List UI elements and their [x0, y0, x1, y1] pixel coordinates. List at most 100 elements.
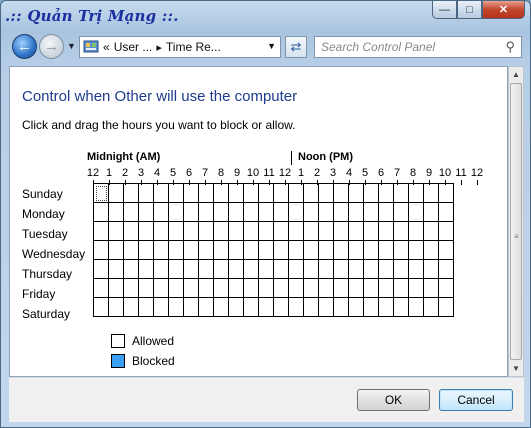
hour-cell[interactable] — [243, 221, 259, 241]
scroll-thumb[interactable]: ≡ — [510, 83, 522, 360]
forward-button[interactable]: → — [39, 34, 64, 59]
hour-cell[interactable] — [363, 278, 379, 298]
hour-cell[interactable] — [423, 278, 439, 298]
hour-cell[interactable] — [348, 202, 364, 222]
hour-cell[interactable] — [168, 240, 184, 260]
hour-cell[interactable] — [153, 183, 169, 203]
hour-cell[interactable] — [183, 259, 199, 279]
hour-cell[interactable] — [138, 278, 154, 298]
hour-cell[interactable] — [348, 221, 364, 241]
hour-cell[interactable] — [363, 183, 379, 203]
hour-cell[interactable] — [348, 259, 364, 279]
hour-grid[interactable] — [93, 183, 454, 317]
hour-cell[interactable] — [198, 240, 214, 260]
hour-cell[interactable] — [243, 240, 259, 260]
hour-cell[interactable] — [258, 202, 274, 222]
cancel-button[interactable]: Cancel — [439, 389, 513, 411]
hour-cell[interactable] — [288, 183, 304, 203]
back-button[interactable]: ← — [12, 34, 37, 59]
hour-cell[interactable] — [153, 221, 169, 241]
hour-cell[interactable] — [438, 240, 454, 260]
hour-cell[interactable] — [348, 278, 364, 298]
hour-cell[interactable] — [348, 297, 364, 317]
hour-cell[interactable] — [153, 278, 169, 298]
hour-cell[interactable] — [93, 259, 109, 279]
hour-cell[interactable] — [228, 240, 244, 260]
hour-cell[interactable] — [198, 259, 214, 279]
hour-cell[interactable] — [273, 202, 289, 222]
hour-cell[interactable] — [108, 259, 124, 279]
breadcrumb-user-accounts[interactable]: User ... — [114, 40, 153, 54]
hour-cell[interactable] — [183, 297, 199, 317]
hour-cell[interactable] — [288, 221, 304, 241]
hour-cell[interactable] — [318, 183, 334, 203]
hour-cell[interactable] — [258, 278, 274, 298]
hour-cell[interactable] — [378, 297, 394, 317]
hour-cell[interactable] — [273, 259, 289, 279]
hour-cell[interactable] — [213, 202, 229, 222]
hour-cell[interactable] — [288, 297, 304, 317]
hour-cell[interactable] — [348, 240, 364, 260]
hour-cell[interactable] — [168, 183, 184, 203]
hour-cell[interactable] — [108, 278, 124, 298]
hour-cell[interactable] — [153, 259, 169, 279]
hour-cell[interactable] — [243, 183, 259, 203]
hour-cell[interactable] — [168, 202, 184, 222]
hour-cell[interactable] — [108, 240, 124, 260]
hour-cell[interactable] — [183, 278, 199, 298]
hour-cell[interactable] — [123, 278, 139, 298]
hour-cell[interactable] — [423, 259, 439, 279]
hour-cell[interactable] — [108, 202, 124, 222]
hour-cell[interactable] — [228, 221, 244, 241]
minimize-button[interactable]: — — [432, 1, 457, 19]
hour-cell[interactable] — [423, 297, 439, 317]
hour-cell[interactable] — [198, 297, 214, 317]
scroll-up-icon[interactable]: ▲ — [509, 67, 523, 82]
hour-cell[interactable] — [228, 259, 244, 279]
hour-cell[interactable] — [378, 221, 394, 241]
ok-button[interactable]: OK — [357, 389, 430, 411]
hour-cell[interactable] — [333, 221, 349, 241]
hour-cell[interactable] — [123, 297, 139, 317]
hour-cell[interactable] — [303, 278, 319, 298]
hour-cell[interactable] — [333, 297, 349, 317]
hour-cell[interactable] — [153, 297, 169, 317]
hour-cell[interactable] — [393, 259, 409, 279]
hour-cell[interactable] — [138, 240, 154, 260]
hour-cell[interactable] — [393, 221, 409, 241]
hour-cell[interactable] — [393, 183, 409, 203]
hour-cell[interactable] — [273, 278, 289, 298]
hour-cell[interactable] — [348, 183, 364, 203]
hour-cell[interactable] — [408, 297, 424, 317]
hour-cell[interactable] — [168, 278, 184, 298]
hour-cell[interactable] — [423, 240, 439, 260]
hour-cell[interactable] — [228, 297, 244, 317]
hour-cell[interactable] — [258, 221, 274, 241]
hour-cell[interactable] — [318, 202, 334, 222]
hour-cell[interactable] — [93, 278, 109, 298]
hour-cell[interactable] — [303, 221, 319, 241]
hour-cell[interactable] — [393, 240, 409, 260]
hour-cell[interactable] — [183, 240, 199, 260]
hour-cell[interactable] — [363, 259, 379, 279]
hour-cell[interactable] — [243, 202, 259, 222]
hour-cell[interactable] — [303, 297, 319, 317]
close-button[interactable]: ✕ — [482, 1, 525, 19]
hour-cell[interactable] — [273, 297, 289, 317]
hour-cell[interactable] — [243, 278, 259, 298]
hour-cell[interactable] — [198, 202, 214, 222]
hour-cell[interactable] — [333, 240, 349, 260]
hour-cell[interactable] — [408, 240, 424, 260]
hour-cell[interactable] — [228, 278, 244, 298]
hour-cell[interactable] — [378, 183, 394, 203]
hour-cell[interactable] — [93, 221, 109, 241]
hour-cell[interactable] — [138, 183, 154, 203]
hour-cell[interactable] — [93, 240, 109, 260]
hour-cell[interactable] — [93, 297, 109, 317]
hour-cell[interactable] — [198, 183, 214, 203]
hour-cell[interactable] — [258, 297, 274, 317]
hour-cell[interactable] — [288, 240, 304, 260]
hour-cell[interactable] — [123, 221, 139, 241]
hour-cell[interactable] — [243, 259, 259, 279]
hour-cell[interactable] — [408, 202, 424, 222]
